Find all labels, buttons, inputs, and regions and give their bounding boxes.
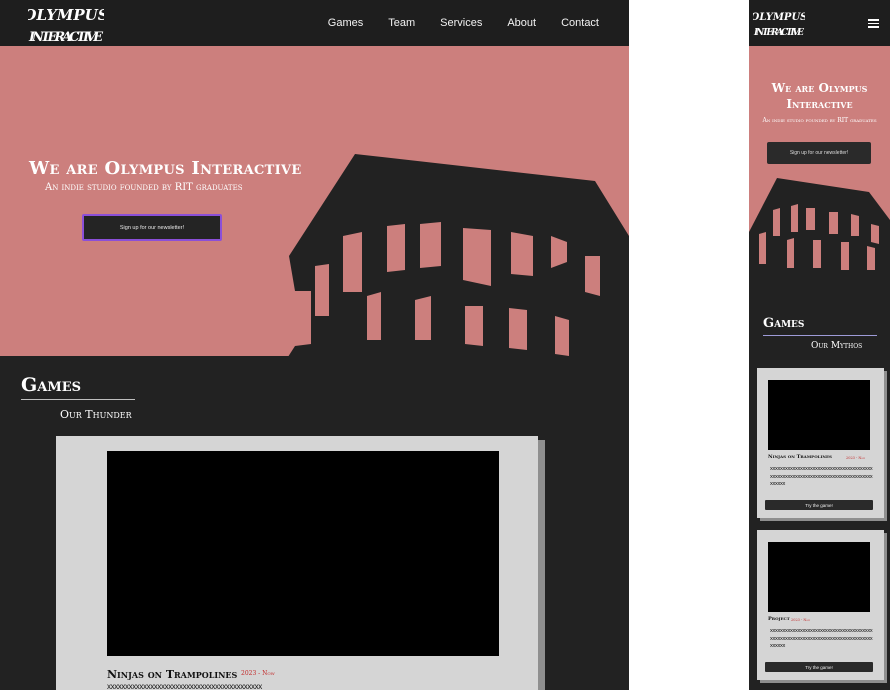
olympus-logo[interactable]: OLYMPUS INTERACTIVE xyxy=(28,3,104,45)
hero-title: We are Olympus Interactive xyxy=(29,158,302,179)
hamburger-icon[interactable] xyxy=(868,19,879,28)
mobile-heading-divider xyxy=(763,335,877,336)
game-card[interactable]: Ninjas on Trampolines 2023 - Now xxxxxxx… xyxy=(56,436,538,690)
game-media[interactable] xyxy=(768,542,870,612)
nav-link-contact[interactable]: Contact xyxy=(561,17,599,29)
nav-link-games[interactable]: Games xyxy=(328,17,363,29)
games-heading: Games xyxy=(21,374,81,396)
hero-section: We are Olympus Interactive An indie stud… xyxy=(0,46,629,356)
mobile-games-heading: Games xyxy=(763,316,805,331)
game-description: xxxxxxxxxxxxxxxxxxxxxxxxxxxxxxxxxxxxxxxx… xyxy=(770,628,873,649)
nav-link-about[interactable]: About xyxy=(507,17,536,29)
game-title: Ninjas on Trampolines xyxy=(768,454,832,460)
mobile-hero-subtitle: An indie studio founded by RIT graduates xyxy=(762,117,877,124)
mobile-game-card[interactable]: Project 2023 - Now xxxxxxxxxxxxxxxxxxxxx… xyxy=(757,530,884,680)
game-title: Ninjas on Trampolines xyxy=(107,668,238,681)
navbar: OLYMPUS INTERACTIVE Games Team Services … xyxy=(0,0,629,46)
mobile-logo-line1: OLYMPUS xyxy=(753,12,805,23)
try-game-button[interactable]: Try the game! xyxy=(765,500,873,510)
nav-links: Games Team Services About Contact xyxy=(328,0,599,46)
temple-silhouette xyxy=(288,154,629,356)
nav-link-team[interactable]: Team xyxy=(388,17,415,29)
logo-line2: INTERACTIVE xyxy=(28,30,104,45)
game-media[interactable] xyxy=(768,380,870,450)
mobile-view: OLYMPUS INTERACTIVE We are Olympus Inter… xyxy=(749,0,890,690)
mobile-logo-line2: INTERACTIVE xyxy=(753,28,804,38)
mobile-game-card[interactable]: Ninjas on Trampolines 2023 - Now xxxxxxx… xyxy=(757,368,884,518)
heading-divider xyxy=(21,399,135,400)
game-media[interactable] xyxy=(107,451,499,656)
mobile-games-section: Games Our Mythos Ninjas on Trampolines 2… xyxy=(749,270,890,690)
nav-link-services[interactable]: Services xyxy=(440,17,482,29)
logo-line1: OLYMPUS xyxy=(28,6,104,24)
games-tagline: Our Thunder xyxy=(60,408,132,421)
mobile-newsletter-button[interactable]: Sign up for our newsletter! xyxy=(767,142,871,164)
game-description: xxxxxxxxxxxxxxxxxxxxxxxxxxxxxxxxxxxxxxxx… xyxy=(770,466,873,487)
desktop-view: OLYMPUS INTERACTIVE Games Team Services … xyxy=(0,0,629,690)
game-date: 2023 - Now xyxy=(846,456,866,460)
game-date: 2023 - Now xyxy=(791,618,811,622)
game-title: Project xyxy=(768,616,790,622)
mobile-navbar: OLYMPUS INTERACTIVE xyxy=(749,0,890,46)
mobile-games-tagline: Our Mythos xyxy=(811,341,863,351)
mobile-hero-title: We are Olympus Interactive xyxy=(771,81,868,111)
try-game-button[interactable]: Try the game! xyxy=(765,662,873,672)
olympus-logo-mobile[interactable]: OLYMPUS INTERACTIVE xyxy=(753,8,805,38)
game-description: xxxxxxxxxxxxxxxxxxxxxxxxxxxxxxxxxxxxxxxx… xyxy=(107,682,262,690)
game-date: 2023 - Now xyxy=(241,670,275,677)
newsletter-button[interactable]: Sign up for our newsletter! xyxy=(82,214,222,241)
games-section: Games Our Thunder Ninjas on Trampolines … xyxy=(0,356,629,690)
hero-subtitle: An indie studio founded by RIT graduates xyxy=(45,182,243,193)
mobile-temple-silhouette xyxy=(749,178,890,270)
mobile-hero-section: We are Olympus Interactive An indie stud… xyxy=(749,46,890,270)
